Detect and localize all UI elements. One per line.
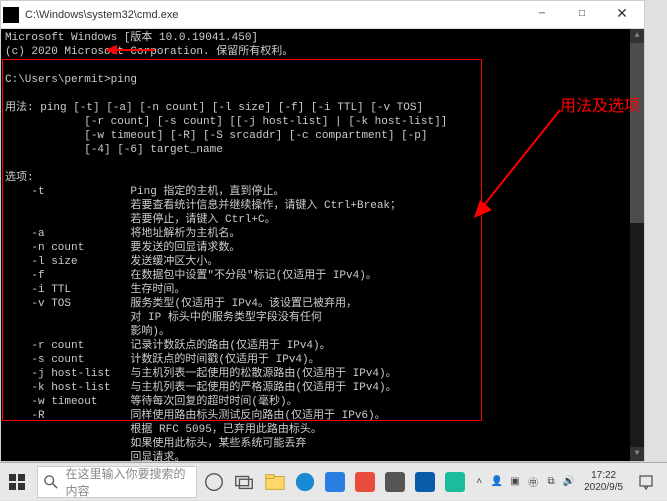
window-title: C:\Windows\system32\cmd.exe [25,9,522,21]
taskbar-clock[interactable]: 17:22 2020/9/5 [578,470,629,494]
window-titlebar[interactable]: C:\Windows\system32\cmd.exe ─ □ ✕ [1,1,644,29]
search-placeholder: 在这里输入你要搜索的内容 [65,465,192,499]
taskbar-app-3[interactable] [380,463,410,501]
notifications-button[interactable] [629,463,663,501]
terminal-output[interactable]: Microsoft Windows [版本 10.0.19041.450] (c… [1,29,644,461]
tray-chevron-icon[interactable]: ˄ [470,463,488,501]
tray-volume-icon[interactable]: 🔊 [560,463,578,501]
scroll-thumb[interactable] [630,43,644,223]
search-icon [42,475,60,489]
clock-time: 17:22 [584,470,623,482]
taskbar-app-5[interactable] [440,463,470,501]
tray-ime-icon[interactable]: ㊥ [524,463,542,501]
taskbar-app-4[interactable] [410,463,440,501]
maximize-button[interactable]: □ [562,1,602,29]
tray-network-icon[interactable]: ⧉ [542,463,560,501]
tray-app-icon[interactable]: ▣ [506,463,524,501]
scroll-up-button[interactable]: ▲ [630,29,644,43]
start-button[interactable] [0,463,35,501]
cmd-icon [3,7,19,23]
scrollbar[interactable]: ▲ ▼ [630,29,644,461]
taskbar-app-2[interactable] [350,463,380,501]
taskbar-app-explorer[interactable] [259,463,289,501]
windows-icon [9,474,25,490]
taskbar-search[interactable]: 在这里输入你要搜索的内容 [37,466,197,498]
scroll-down-button[interactable]: ▼ [630,447,644,461]
cortana-button[interactable] [199,463,229,501]
clock-date: 2020/9/5 [584,482,623,494]
taskbar-app-edge[interactable] [290,463,320,501]
cmd-window: C:\Windows\system32\cmd.exe ─ □ ✕ Micros… [0,0,645,462]
taskbar-app-1[interactable] [320,463,350,501]
task-view-button[interactable] [229,463,259,501]
taskbar: 在这里输入你要搜索的内容 ˄ 👤 ▣ ㊥ ⧉ 🔊 17:22 2020/9/5 [0,462,667,500]
tray-people-icon[interactable]: 👤 [488,463,506,501]
minimize-button[interactable]: ─ [522,1,562,29]
close-button[interactable]: ✕ [602,1,642,29]
